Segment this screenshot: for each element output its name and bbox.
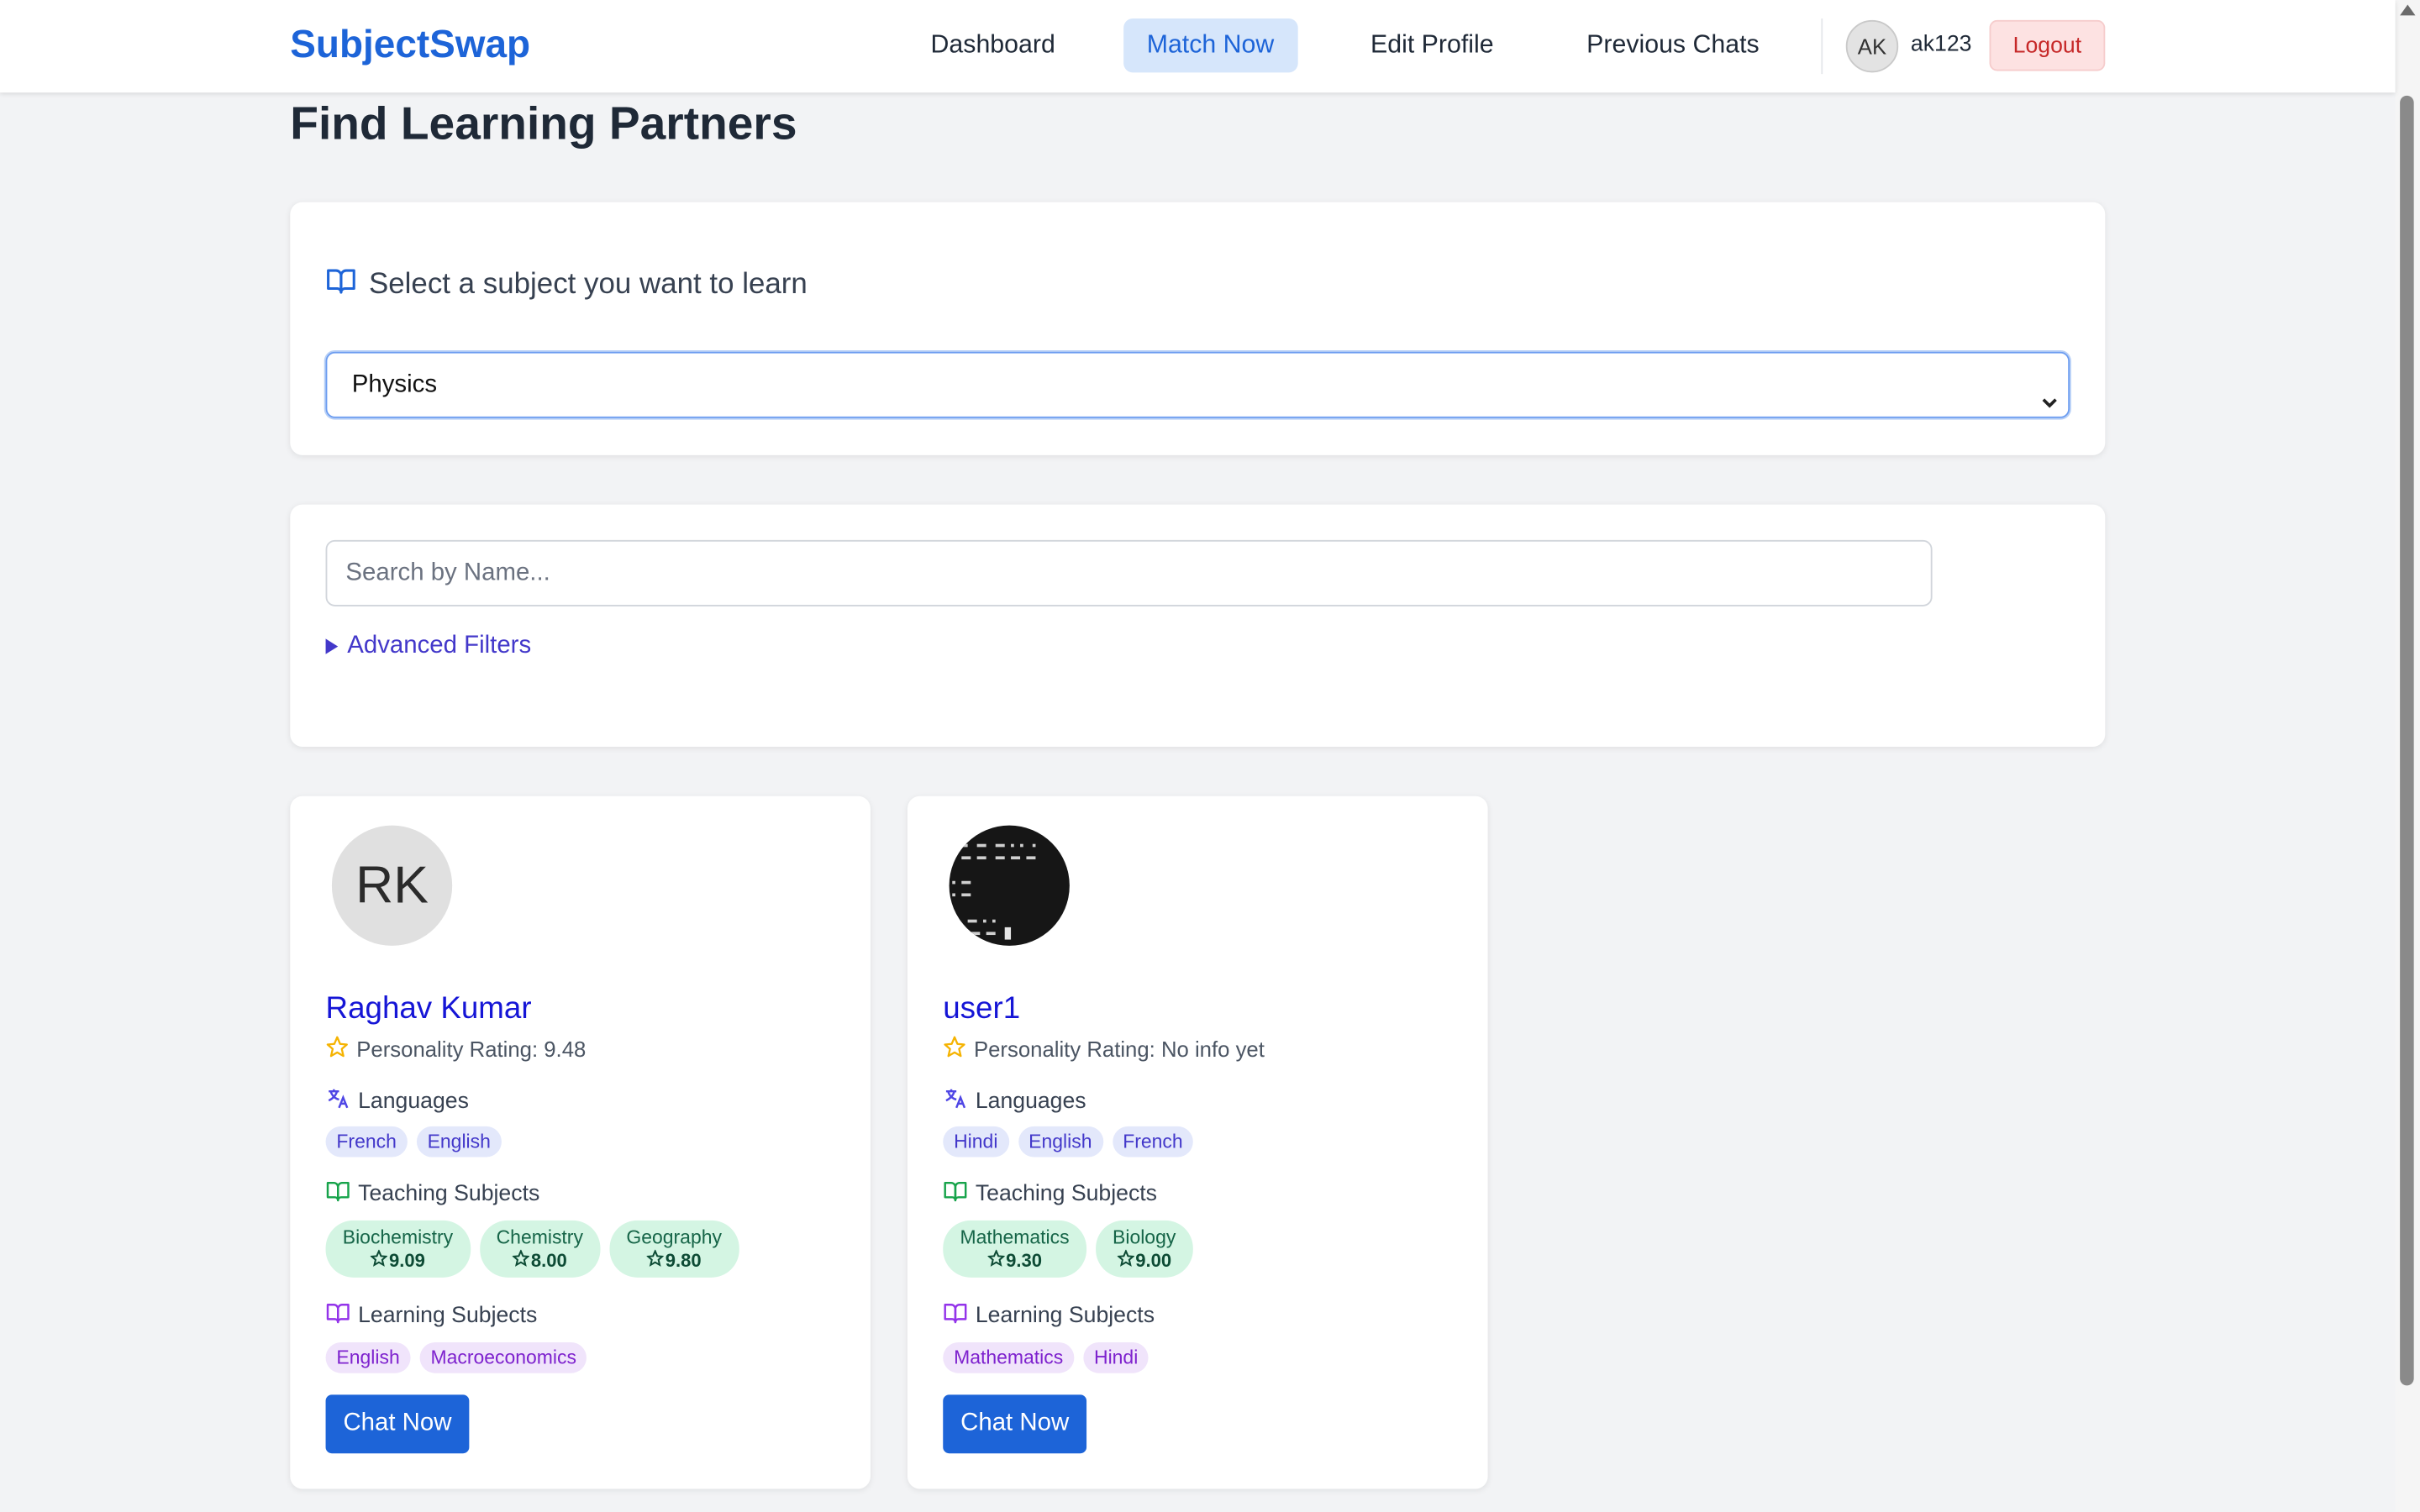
teaching-subject-score: 9.09 (389, 1249, 425, 1272)
partner-name-link[interactable]: Raghav Kumar (326, 992, 532, 1027)
learning-subject-chip: Hindi (1083, 1341, 1150, 1373)
book-icon (943, 1180, 967, 1208)
nav-match-now[interactable]: Match Now (1123, 18, 1297, 73)
teaching-subjects-chips: Biochemistry 9.09 Chemistry 8.00 Geograp… (325, 1220, 739, 1278)
partner-card: user1 Personality Rating: No info yet La… (908, 795, 1488, 1489)
teaching-subject-chip: Biology 9.00 (1095, 1220, 1193, 1278)
teaching-subject-score: 9.00 (1135, 1249, 1172, 1272)
star-icon (326, 1035, 350, 1063)
avatar: RK (331, 825, 453, 946)
learning-subjects-chips: English Macroeconomics (325, 1341, 587, 1373)
teaching-subject-score: 9.30 (1006, 1249, 1042, 1272)
teaching-subjects-title: Teaching Subjects (943, 1180, 1157, 1208)
teaching-subject-name: Biology (1113, 1226, 1176, 1248)
partner-card: RK Raghav Kumar Personality Rating: 9.48… (290, 795, 871, 1489)
learning-subjects-title: Learning Subjects (943, 1302, 1155, 1330)
learning-subjects-title-text: Learning Subjects (975, 1304, 1155, 1329)
languages-title: Languages (943, 1086, 1086, 1117)
languages-title: Languages (326, 1086, 469, 1117)
book-icon (943, 1302, 967, 1330)
book-icon (326, 267, 357, 304)
learning-subject-chip: Mathematics (943, 1341, 1075, 1373)
book-icon (326, 1302, 350, 1330)
nav-divider (1821, 18, 1823, 75)
scroll-up-arrow-icon[interactable] (2400, 4, 2416, 16)
avatar (949, 825, 1070, 946)
username-label: ak123 (1910, 32, 1972, 57)
star-icon (512, 1248, 530, 1272)
learning-subjects-chips: Mathematics Hindi (943, 1341, 1150, 1373)
teaching-subject-chip: Chemistry 8.00 (479, 1220, 601, 1278)
learning-subject-chip: Macroeconomics (419, 1341, 587, 1373)
logout-button[interactable]: Logout (1989, 19, 2106, 71)
brand-logo[interactable]: SubjectSwap (290, 24, 530, 68)
star-icon (943, 1035, 966, 1063)
teaching-subject-name: Mathematics (960, 1226, 1070, 1248)
nav-dashboard[interactable]: Dashboard (908, 18, 1078, 72)
advanced-filters-toggle[interactable]: Advanced Filters (325, 633, 532, 660)
book-icon (326, 1180, 350, 1208)
teaching-subject-name: Chemistry (496, 1226, 583, 1248)
teaching-subject-name: Biochemistry (342, 1226, 454, 1248)
languages-chips: French English (325, 1126, 502, 1158)
language-chip: Hindi (943, 1126, 1009, 1158)
languages-title-text: Languages (358, 1089, 469, 1115)
partner-name-link[interactable]: user1 (943, 992, 1020, 1027)
page-title: Find Learning Partners (290, 98, 797, 150)
scrollbar-thumb[interactable] (2400, 95, 2414, 1386)
user-avatar[interactable]: AK (1845, 19, 1899, 73)
teaching-subject-score: 8.00 (530, 1249, 567, 1272)
star-icon (645, 1248, 665, 1272)
nav-previous-chats[interactable]: Previous Chats (1564, 18, 1783, 72)
language-chip: English (1018, 1126, 1103, 1158)
learning-subjects-title: Learning Subjects (326, 1302, 538, 1330)
language-chip: French (325, 1126, 408, 1158)
star-icon (986, 1248, 1006, 1272)
subject-select-heading: Select a subject you want to learn (326, 267, 808, 304)
translate-icon (943, 1086, 967, 1117)
star-icon (370, 1248, 388, 1272)
chat-now-button[interactable]: Chat Now (325, 1394, 470, 1454)
advanced-filters-label: Advanced Filters (347, 633, 532, 659)
personality-rating-text: Personality Rating: 9.48 (356, 1037, 587, 1062)
nav-edit-profile[interactable]: Edit Profile (1347, 18, 1517, 72)
subject-select-heading-text: Select a subject you want to learn (368, 268, 808, 302)
caret-right-icon (325, 638, 339, 654)
subject-dropdown-value: Physics (351, 371, 438, 398)
top-navbar: SubjectSwap Dashboard Match Now Edit Pro… (0, 0, 2396, 93)
languages-chips: Hindi English French (943, 1126, 1194, 1158)
teaching-subject-chip: Mathematics 9.30 (943, 1220, 1086, 1278)
teaching-subjects-chips: Mathematics 9.30 Biology 9.00 (943, 1220, 1193, 1278)
page-scrollbar[interactable] (2395, 0, 2420, 1512)
teaching-subjects-title-text: Teaching Subjects (358, 1181, 540, 1207)
avatar-terminal-image (952, 843, 1036, 940)
star-icon (1116, 1248, 1135, 1272)
teaching-subject-score: 9.80 (665, 1249, 702, 1272)
learning-subject-chip: English (325, 1341, 411, 1373)
teaching-subject-chip: Geography 9.80 (609, 1220, 739, 1278)
teaching-subjects-title: Teaching Subjects (326, 1180, 540, 1208)
learning-subjects-title-text: Learning Subjects (358, 1304, 538, 1329)
subject-dropdown[interactable]: Physics (325, 351, 2070, 418)
filter-card: Search by Name... Advanced Filters (290, 504, 2106, 747)
teaching-subject-chip: Biochemistry 9.09 (325, 1220, 471, 1278)
teaching-subjects-title-text: Teaching Subjects (975, 1181, 1157, 1207)
subject-select-card: Select a subject you want to learn Physi… (290, 202, 2106, 455)
chevron-down-icon (2040, 373, 2059, 436)
personality-rating: Personality Rating: No info yet (943, 1035, 1265, 1063)
languages-title-text: Languages (975, 1089, 1086, 1115)
chat-now-button[interactable]: Chat Now (943, 1394, 1087, 1454)
language-chip: English (416, 1126, 502, 1158)
search-by-name-input[interactable]: Search by Name... (325, 539, 1933, 606)
personality-rating-text: Personality Rating: No info yet (973, 1037, 1265, 1062)
teaching-subject-name: Geography (626, 1226, 722, 1248)
translate-icon (326, 1086, 350, 1117)
personality-rating: Personality Rating: 9.48 (326, 1035, 587, 1063)
language-chip: French (1112, 1126, 1194, 1158)
